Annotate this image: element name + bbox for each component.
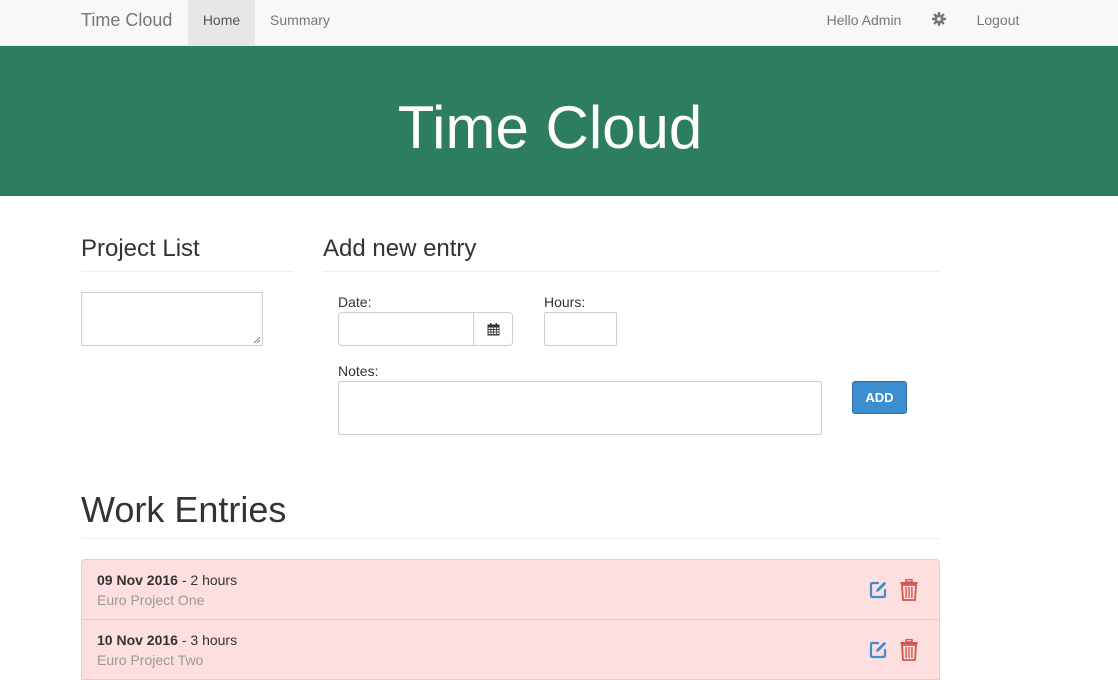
entry-summary: 10 Nov 2016 - 3 hours xyxy=(97,632,237,648)
edit-icon[interactable] xyxy=(868,580,888,600)
trash-icon[interactable] xyxy=(900,579,918,601)
hero-banner: Time Cloud xyxy=(0,46,1118,196)
gear-icon xyxy=(932,12,946,26)
calendar-icon xyxy=(487,323,500,336)
entry-project: Euro Project One xyxy=(97,592,205,608)
hours-label: Hours: xyxy=(544,294,586,310)
add-entry-button[interactable]: ADD xyxy=(852,381,907,414)
project-list-divider xyxy=(81,271,293,272)
notes-label: Notes: xyxy=(338,363,379,379)
list-item: 09 Nov 2016 - 2 hours Euro Project One xyxy=(81,559,940,620)
nav-item-summary[interactable]: Summary xyxy=(255,0,345,45)
logout-link[interactable]: Logout xyxy=(962,0,1034,45)
date-label: Date: xyxy=(338,294,372,310)
date-input[interactable] xyxy=(338,312,474,346)
add-entry-divider xyxy=(323,271,940,272)
user-greeting[interactable]: Hello Admin xyxy=(812,0,916,45)
entry-hours: - 3 hours xyxy=(177,632,238,648)
work-entries-divider xyxy=(81,538,940,539)
nav-item-home[interactable]: Home xyxy=(188,0,255,45)
work-entries-heading: Work Entries xyxy=(81,489,287,530)
project-list-box[interactable] xyxy=(81,292,263,346)
edit-icon[interactable] xyxy=(868,640,888,660)
project-list-heading: Project List xyxy=(81,235,200,262)
entry-date: 10 Nov 2016 xyxy=(97,632,178,648)
add-entry-heading: Add new entry xyxy=(323,235,477,262)
navbar-brand[interactable]: Time Cloud xyxy=(81,0,172,45)
date-picker-button[interactable] xyxy=(473,312,513,346)
top-navbar: Time Cloud Home Summary Hello Admin Logo… xyxy=(0,0,1118,46)
settings-button[interactable] xyxy=(924,0,954,45)
entry-project: Euro Project Two xyxy=(97,652,204,668)
notes-input[interactable] xyxy=(338,381,822,435)
list-item: 10 Nov 2016 - 3 hours Euro Project Two xyxy=(81,620,940,680)
entry-date: 09 Nov 2016 xyxy=(97,572,178,588)
entry-hours: - 2 hours xyxy=(177,572,238,588)
hero-title: Time Cloud xyxy=(397,94,703,161)
entry-summary: 09 Nov 2016 - 2 hours xyxy=(97,572,237,588)
trash-icon[interactable] xyxy=(900,639,918,661)
hours-input[interactable] xyxy=(544,312,617,346)
resize-handle-icon[interactable] xyxy=(253,336,261,344)
